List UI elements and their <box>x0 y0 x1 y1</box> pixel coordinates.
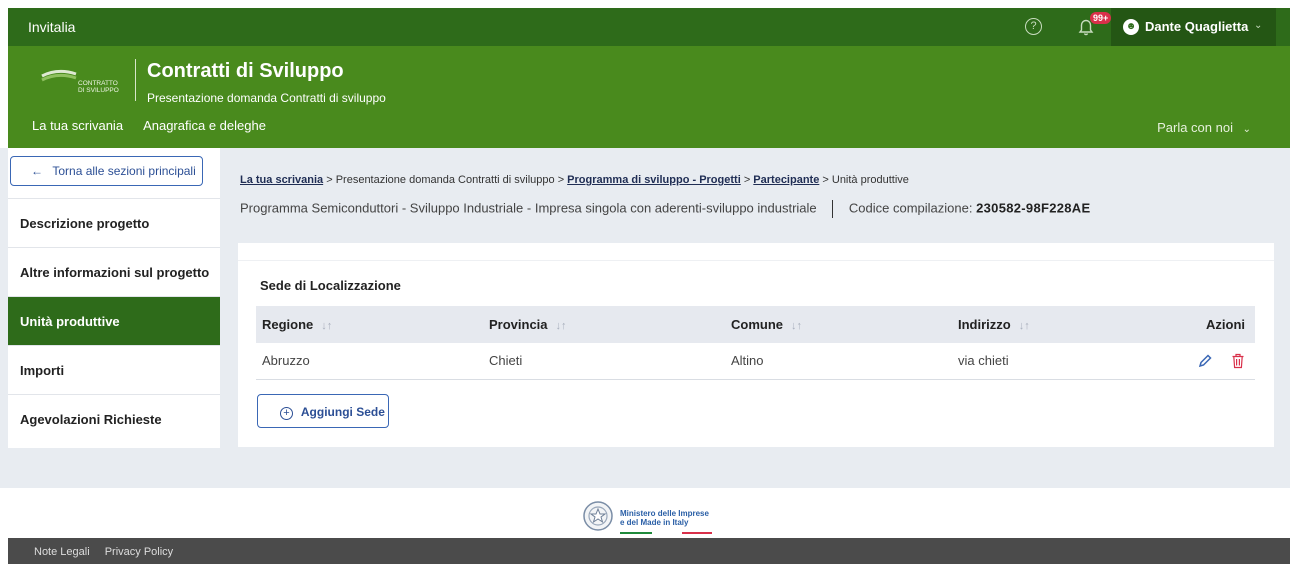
ministry-name: Ministero delle Imprese e del Made in It… <box>620 509 709 527</box>
info-divider <box>832 200 834 218</box>
sede-table: Regione ↓↑ Provincia ↓↑ Comune ↓↑ Indirizzo… <box>256 306 1255 380</box>
plus-circle-icon: + <box>280 407 293 420</box>
code-label: Codice compilazione: <box>848 200 973 216</box>
user-avatar-icon: ☻ <box>1123 19 1139 35</box>
nav-item-anagrafica[interactable]: Anagrafica e deleghe <box>143 118 266 133</box>
link-note-legali[interactable]: Note Legali <box>34 546 90 558</box>
cell-indirizzo: via chieti <box>958 353 1009 369</box>
app-subtitle: Presentazione domanda Contratti di svilu… <box>147 91 386 105</box>
contratto-di-sviluppo-logo: CONTRATTO DI SVILUPPO <box>41 69 119 94</box>
sort-icon: ↓↑ <box>1018 320 1030 332</box>
trash-icon[interactable] <box>1231 353 1245 369</box>
app-title: Contratti di Sviluppo <box>147 60 344 82</box>
back-label: Torna alle sezioni principali <box>52 164 196 178</box>
program-name: Programma Semiconduttori - Sviluppo Indu… <box>240 200 524 216</box>
sidebar-item-descrizione[interactable]: Descrizione progetto <box>8 198 220 247</box>
chat-label: Parla con noi <box>1157 120 1233 135</box>
sort-icon: ↓↑ <box>321 320 333 332</box>
breadcrumb-current: Unità produttive <box>831 174 909 186</box>
code-value: 230582-98F228AE <box>976 200 1091 216</box>
sidebar-item-unita-produttive[interactable]: Unità produttive <box>8 296 220 345</box>
user-menu[interactable]: ☻ Dante Quaglietta ⌄ <box>1111 8 1276 46</box>
notification-badge: 99+ <box>1090 12 1112 24</box>
section-title: Sede di Localizzazione <box>260 278 401 293</box>
breadcrumb-scrivania[interactable]: La tua scrivania <box>240 174 323 186</box>
back-to-sections-button[interactable]: ← Torna alle sezioni principali <box>10 156 203 186</box>
question-circle-icon[interactable]: ? <box>1025 18 1042 35</box>
sidebar-item-agevolazioni[interactable]: Agevolazioni Richieste <box>8 394 220 443</box>
project-info: Programma Semiconduttori - Sviluppo Indu… <box>240 200 1090 218</box>
emblem-icon <box>583 501 613 531</box>
svg-text:CONTRATTO: CONTRATTO <box>78 80 118 87</box>
top-bar: Invitalia ? 99+ ☻ Dante Quaglietta ⌄ <box>8 8 1290 46</box>
chevron-down-icon: ⌄ <box>1254 20 1263 31</box>
cell-comune: Altino <box>731 353 764 369</box>
column-header-regione[interactable]: Regione ↓↑ <box>256 306 483 343</box>
column-header-comune[interactable]: Comune ↓↑ <box>725 306 952 343</box>
sort-icon: ↓↑ <box>555 320 567 332</box>
column-header-provincia[interactable]: Provincia ↓↑ <box>483 306 725 343</box>
app-header: CONTRATTO DI SVILUPPO Contratti di Svilu… <box>8 46 1290 148</box>
user-name: Dante Quaglietta <box>1145 19 1249 34</box>
footer: Ministero delle Imprese e del Made in It… <box>0 488 1290 538</box>
logo-divider <box>135 59 136 101</box>
column-header-azioni: Azioni <box>1206 317 1245 332</box>
card-top-strip <box>238 243 1274 261</box>
main-nav: La tua scrivania Anagrafica e deleghe <box>32 118 266 133</box>
table-row: Abruzzo Chieti Altino via chieti <box>256 343 1255 379</box>
brand-name[interactable]: Invitalia <box>28 19 75 35</box>
ministry-logo: Ministero delle Imprese e del Made in It… <box>582 498 722 534</box>
breadcrumb-programma[interactable]: Programma di sviluppo - Progetti <box>567 174 741 186</box>
table-header-row: Regione ↓↑ Provincia ↓↑ Comune ↓↑ Indirizzo… <box>256 306 1255 343</box>
sidebar-item-altre-informazioni[interactable]: Altre informazioni sul progetto <box>8 247 220 296</box>
section-menu: Descrizione progetto Altre informazioni … <box>8 198 220 443</box>
sort-icon: ↓↑ <box>791 320 802 332</box>
flag-stripe-red <box>682 532 712 534</box>
breadcrumb: La tua scrivania > Presentazione domanda… <box>240 174 909 186</box>
chevron-down-icon: ⌄ <box>1242 124 1251 135</box>
column-header-indirizzo[interactable]: Indirizzo ↓↑ <box>952 306 1179 343</box>
cell-provincia: Chieti <box>489 353 523 369</box>
sidebar-item-importi[interactable]: Importi <box>8 345 220 394</box>
svg-text:DI SVILUPPO: DI SVILUPPO <box>78 87 119 94</box>
add-sede-button[interactable]: + Aggiungi Sede <box>257 394 389 428</box>
arrow-left-icon: ← <box>31 164 43 178</box>
breadcrumb-presentazione: Presentazione domanda Contratti di svilu… <box>335 174 555 186</box>
nav-item-scrivania[interactable]: La tua scrivania <box>32 118 123 133</box>
breadcrumb-partecipante[interactable]: Partecipante <box>753 174 819 186</box>
flag-stripe-green <box>620 532 652 534</box>
add-sede-label: Aggiungi Sede <box>300 405 385 419</box>
sidebar: ← Torna alle sezioni principali Descrizi… <box>8 148 220 448</box>
edit-pencil-icon[interactable] <box>1197 353 1213 369</box>
chat-menu[interactable]: Parla con noi ⌄ <box>1157 120 1251 135</box>
cell-regione: Abruzzo <box>262 353 310 369</box>
program-type: Impresa singola con aderenti-sviluppo in… <box>534 200 817 216</box>
sede-card: Sede di Localizzazione Regione ↓↑ Provinc… <box>238 243 1274 447</box>
bottom-bar: Note Legali Privacy Policy <box>8 538 1290 564</box>
link-privacy-policy[interactable]: Privacy Policy <box>105 546 173 558</box>
cell-azioni <box>1179 343 1255 379</box>
